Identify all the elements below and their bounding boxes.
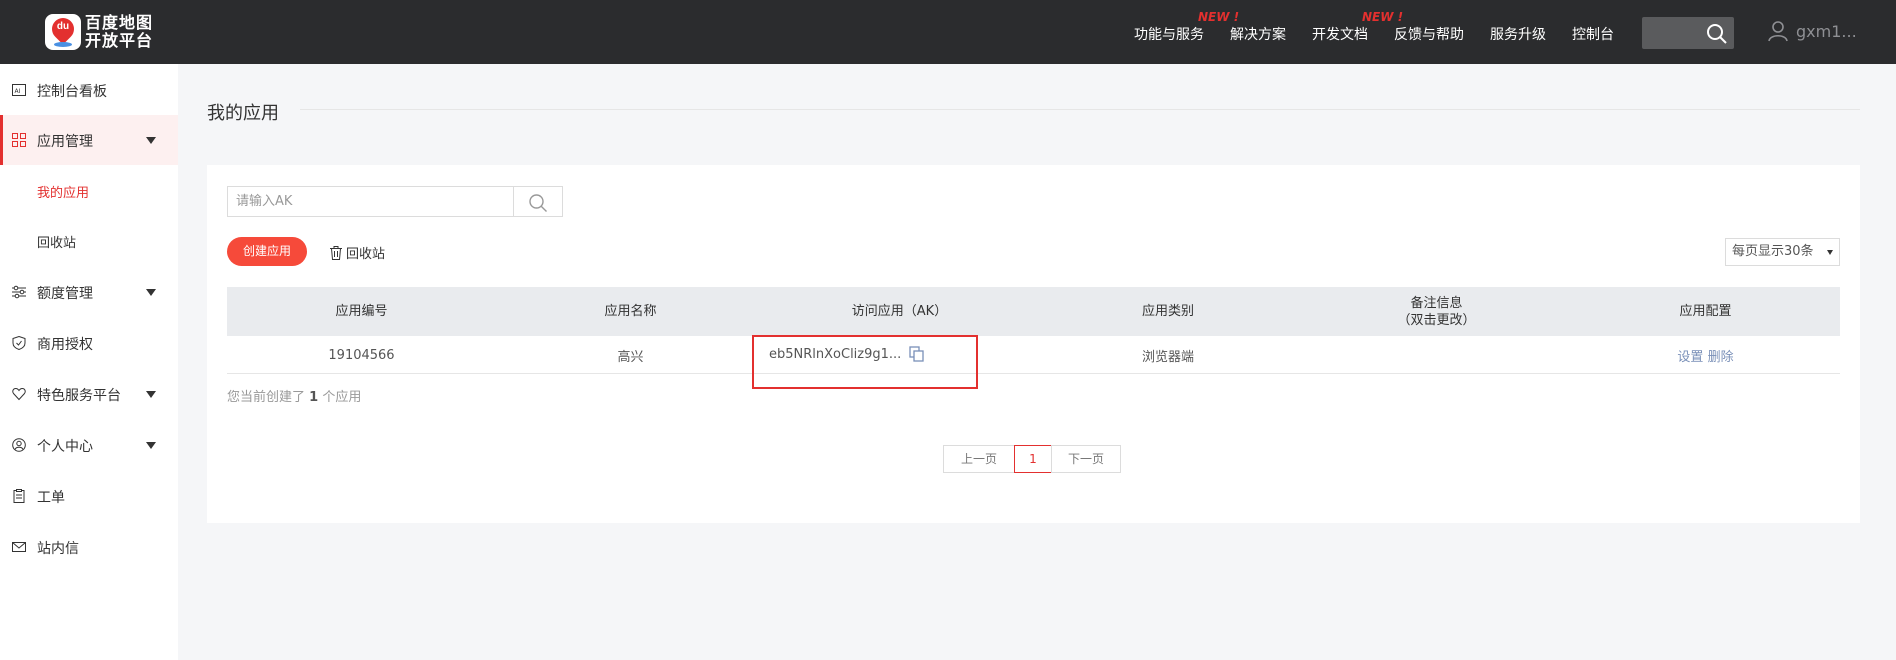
sidebar-item-tickets[interactable]: 工单	[0, 471, 178, 521]
chevron-down-icon[interactable]	[146, 442, 156, 449]
nav-new-badge: NEW !	[1362, 10, 1404, 24]
logo-mark-text: du	[56, 21, 70, 32]
cell-app-id: 19104566	[328, 347, 395, 363]
title-divider	[300, 109, 1860, 110]
delete-link[interactable]: 删除	[1708, 346, 1734, 365]
heart-icon	[12, 387, 26, 401]
sidebar-item-personal-center[interactable]: 个人中心	[0, 420, 178, 470]
nav-new-badge: NEW !	[1198, 10, 1240, 24]
mail-icon	[12, 542, 26, 552]
user-circle-icon	[12, 438, 26, 452]
sidebar-item-label: 控制台看板	[37, 84, 107, 100]
page-title: 我的应用	[207, 103, 279, 124]
sidebar-item-label: 商用授权	[37, 337, 93, 353]
column-header-category: 应用类别	[1141, 304, 1194, 319]
sidebar-subitem-recycle-bin[interactable]: 回收站	[37, 232, 76, 251]
next-page-button[interactable]: 下一页	[1051, 445, 1121, 473]
sliders-icon	[12, 285, 26, 299]
sidebar: AI 控制台看板 应用管理 我的应用 回收站 额度管理 商用授权 特色服务平台 …	[0, 64, 178, 660]
sidebar-item-messages[interactable]: 站内信	[0, 522, 178, 572]
page-number-1[interactable]: 1	[1014, 445, 1052, 473]
table-header: 应用编号 应用名称 访问应用（AK） 应用类别 备注信息 （双击更改） 应用配置	[227, 287, 1840, 336]
sidebar-item-featured-services[interactable]: 特色服务平台	[0, 369, 178, 419]
nav-solutions[interactable]: 解决方案	[1230, 24, 1286, 44]
clipboard-icon	[13, 489, 25, 503]
grid-icon	[12, 133, 26, 147]
trash-icon	[330, 245, 342, 260]
page-size-value: 每页显示30条	[1732, 244, 1814, 259]
sidebar-item-label: 额度管理	[37, 286, 93, 302]
nav-console[interactable]: 控制台	[1572, 24, 1614, 44]
nav-features[interactable]: 功能与服务	[1134, 24, 1204, 44]
nav-upgrade[interactable]: 服务升级	[1490, 24, 1546, 44]
chevron-down-icon[interactable]	[146, 391, 156, 398]
table-row: 19104566 高兴 浏览器端 设置 删除	[227, 336, 1840, 374]
column-header-app-name: 应用名称	[604, 304, 657, 319]
app-count-text: 您当前创建了 1 个应用	[227, 390, 362, 405]
nav-docs[interactable]: 开发文档	[1312, 24, 1368, 44]
chevron-down-icon[interactable]	[146, 137, 156, 144]
recycle-bin-label: 回收站	[346, 247, 386, 262]
cell-ak: eb5NRlnXoCliz9g1...	[769, 346, 925, 362]
page-size-select[interactable]: 每页显示30条	[1725, 238, 1840, 266]
ak-search-input[interactable]	[227, 186, 514, 217]
cell-category: 浏览器端	[1141, 349, 1194, 365]
user-icon	[1768, 21, 1788, 42]
baidu-map-logo-icon: du	[45, 13, 81, 50]
username: gxm1...	[1796, 21, 1857, 41]
column-header-note: 备注信息 （双击更改）	[1397, 295, 1476, 328]
caret-down-icon	[1827, 250, 1833, 255]
pagination: 上一页 1 下一页	[943, 445, 1121, 473]
settings-link[interactable]: 设置	[1677, 346, 1703, 365]
prev-page-button[interactable]: 上一页	[943, 445, 1015, 473]
sidebar-item-commercial-license[interactable]: 商用授权	[0, 318, 178, 368]
nav-feedback[interactable]: 反馈与帮助	[1394, 24, 1464, 44]
copy-icon[interactable]	[909, 346, 925, 362]
sidebar-item-label: 应用管理	[37, 134, 93, 150]
brand-line2: 开放平台	[85, 31, 154, 50]
recycle-bin-link[interactable]: 回收站	[329, 243, 385, 262]
sidebar-item-app-management[interactable]: 应用管理	[0, 115, 178, 165]
sidebar-item-label: 个人中心	[37, 439, 93, 455]
sidebar-item-label: 工单	[37, 490, 65, 506]
search-icon[interactable]	[1706, 23, 1728, 45]
cell-note[interactable]	[1302, 336, 1571, 374]
ak-value: eb5NRlnXoCliz9g1...	[769, 346, 902, 362]
shield-icon	[12, 336, 26, 350]
brand-logo[interactable]: du 百度地图 开放平台	[45, 13, 153, 51]
cell-app-name: 高兴	[617, 349, 644, 365]
sidebar-subitem-my-apps[interactable]: 我的应用	[37, 182, 89, 201]
cell-config: 设置 删除	[1571, 336, 1840, 374]
app-count-value: 1	[309, 390, 319, 405]
sidebar-item-label: 站内信	[37, 541, 79, 557]
chevron-down-icon[interactable]	[146, 289, 156, 296]
column-header-app-id: 应用编号	[335, 304, 388, 319]
create-app-button[interactable]: 创建应用	[227, 237, 307, 266]
top-search-input[interactable]	[1642, 17, 1734, 49]
user-menu[interactable]: gxm1...	[1768, 20, 1857, 42]
sidebar-item-dashboard[interactable]: AI 控制台看板	[0, 65, 178, 115]
dashboard-icon: AI	[12, 84, 26, 96]
ak-search-button[interactable]	[514, 186, 563, 217]
sidebar-item-quota[interactable]: 额度管理	[0, 267, 178, 317]
brand-title: 百度地图 开放平台	[85, 14, 153, 50]
brand-line1: 百度地图	[85, 13, 154, 32]
svg-text:AI: AI	[15, 88, 21, 95]
search-icon	[529, 194, 547, 212]
top-navbar: du 百度地图 开放平台 NEW ! 功能与服务 解决方案 NEW ! 开发文档…	[0, 0, 1896, 64]
sidebar-item-label: 特色服务平台	[37, 388, 121, 404]
column-header-config: 应用配置	[1679, 304, 1732, 319]
column-header-ak: 访问应用（AK）	[851, 304, 948, 319]
